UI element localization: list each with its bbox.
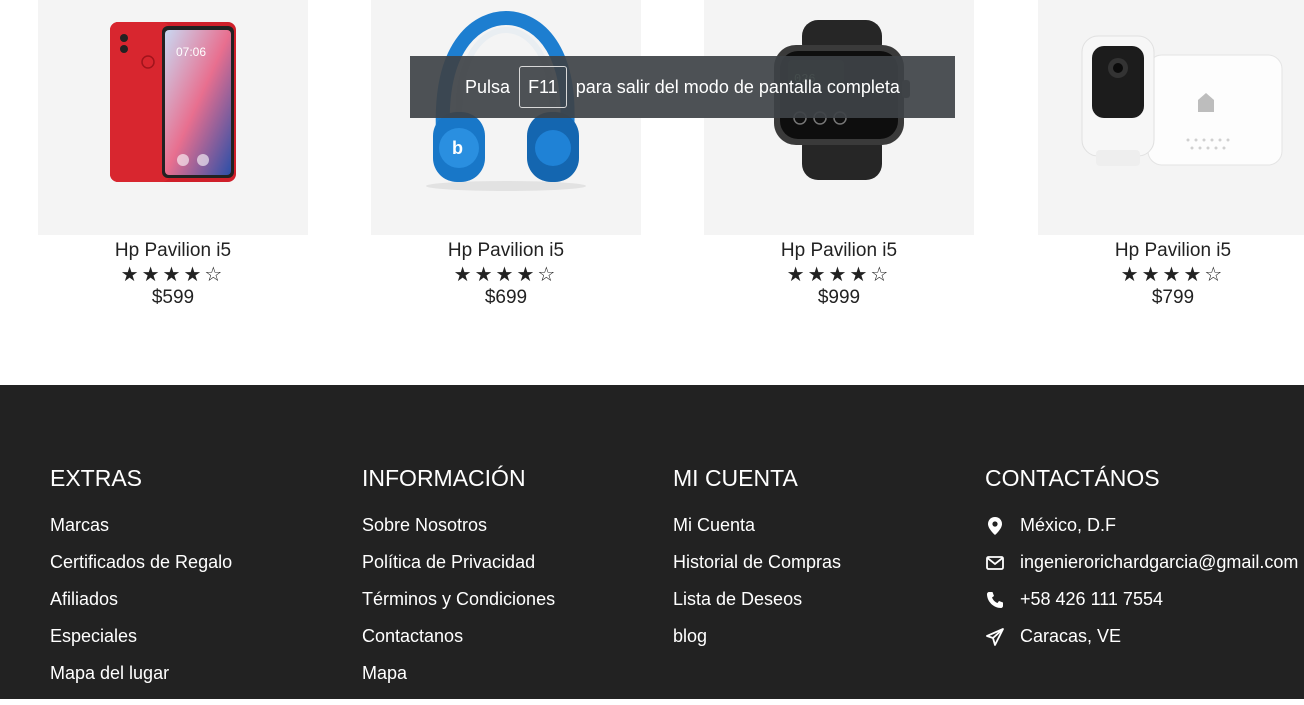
product-card[interactable]: Hp Pavilion i5 ★★★★☆ $799 <box>1038 0 1304 309</box>
footer-link[interactable]: Contactanos <box>362 626 555 647</box>
paper-plane-icon <box>985 627 1005 647</box>
footer-link[interactable]: Política de Privacidad <box>362 552 555 573</box>
contact-address: México, D.F <box>985 515 1298 536</box>
fullscreen-exit-notice: Pulsa F11 para salir del modo de pantall… <box>410 56 955 118</box>
footer-link[interactable]: Especiales <box>50 626 232 647</box>
footer-link[interactable]: Mapa <box>362 663 555 684</box>
footer-heading: EXTRAS <box>50 465 143 491</box>
footer-heading: INFORMACIÓN <box>362 465 526 491</box>
contact-location: Caracas, VE <box>985 626 1298 647</box>
contact-text: México, D.F <box>1020 515 1117 535</box>
product-name[interactable]: Hp Pavilion i5 <box>38 241 308 261</box>
product-rating: ★★★★☆ <box>453 264 559 286</box>
contact-text: Caracas, VE <box>1020 626 1122 646</box>
map-pin-icon <box>985 516 1005 536</box>
footer-link[interactable]: Marcas <box>50 515 232 536</box>
footer-link[interactable]: Términos y Condiciones <box>362 589 555 610</box>
footer: EXTRAS Marcas Certificados de Regalo Afi… <box>0 385 1304 699</box>
product-price: $699 <box>484 287 528 308</box>
product-price: $599 <box>151 287 195 308</box>
product-price: $799 <box>1151 287 1195 308</box>
footer-link[interactable]: Lista de Deseos <box>673 589 841 610</box>
phone-icon <box>985 590 1005 610</box>
contact-text[interactable]: ingenierorichardgarcia@gmail.com <box>1020 552 1298 573</box>
product-name[interactable]: Hp Pavilion i5 <box>371 241 641 261</box>
footer-link[interactable]: Historial de Compras <box>673 552 841 573</box>
product-rating: ★★★★☆ <box>120 264 226 286</box>
envelope-icon <box>985 553 1005 573</box>
footer-heading: CONTACTÁNOS <box>985 465 1160 491</box>
footer-col-contact: CONTACTÁNOS México, D.F ingenierorichard… <box>985 465 1298 663</box>
product-image-security-camera[interactable] <box>1038 0 1304 235</box>
footer-link[interactable]: blog <box>673 626 841 647</box>
svg-text:b: b <box>452 138 463 158</box>
product-rating: ★★★★☆ <box>786 264 892 286</box>
phone-clock: 07:06 <box>176 45 206 59</box>
contact-phone[interactable]: +58 426 111 7554 <box>985 589 1298 610</box>
product-name[interactable]: Hp Pavilion i5 <box>704 241 974 261</box>
product-price: $999 <box>817 287 861 308</box>
footer-link[interactable]: Sobre Nosotros <box>362 515 555 536</box>
footer-col-info: INFORMACIÓN Sobre Nosotros Política de P… <box>362 465 555 700</box>
product-rating: ★★★★☆ <box>1120 264 1226 286</box>
product-image-smartphone[interactable]: 07:06 <box>38 0 308 235</box>
f11-key-badge: F11 <box>519 66 567 108</box>
footer-heading: MI CUENTA <box>673 465 798 491</box>
contact-text[interactable]: +58 426 111 7554 <box>1020 589 1163 610</box>
footer-link[interactable]: Afiliados <box>50 589 232 610</box>
product-name[interactable]: Hp Pavilion i5 <box>1038 241 1304 261</box>
contact-email[interactable]: ingenierorichardgarcia@gmail.com <box>985 552 1298 573</box>
footer-link[interactable]: Mi Cuenta <box>673 515 841 536</box>
notice-text-before: Pulsa <box>465 76 511 97</box>
product-card[interactable]: b Hp Pavilion i5 ★★★★☆ $699 <box>371 0 641 309</box>
notice-text-after: para salir del modo de pantalla completa <box>575 76 900 97</box>
product-card[interactable]: 07:06 Hp Pavilion i5 ★★★★☆ $599 <box>38 0 308 309</box>
product-card[interactable]: 026 Hp Pavilion i5 ★★★★☆ $999 <box>704 0 974 309</box>
footer-link[interactable]: Certificados de Regalo <box>50 552 232 573</box>
footer-link[interactable]: Mapa del lugar <box>50 663 232 684</box>
footer-col-account: MI CUENTA Mi Cuenta Historial de Compras… <box>673 465 841 663</box>
footer-col-extras: EXTRAS Marcas Certificados de Regalo Afi… <box>50 465 232 700</box>
page-bottom-strip <box>0 699 1304 705</box>
